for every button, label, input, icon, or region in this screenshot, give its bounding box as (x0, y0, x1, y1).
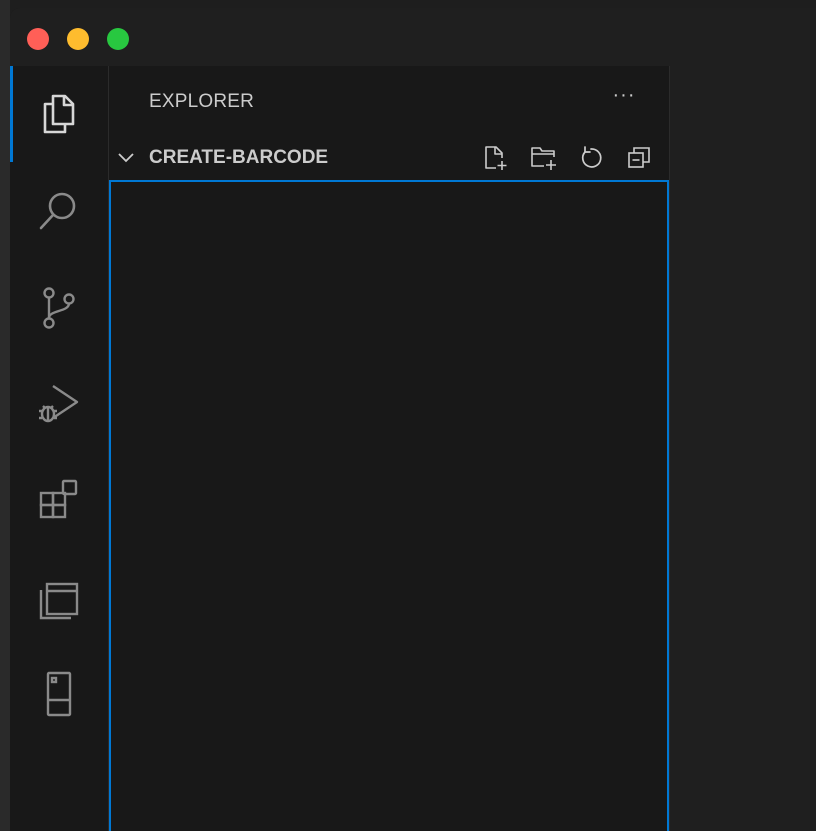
activity-remote-explorer[interactable] (10, 558, 108, 638)
run-debug-icon (35, 380, 83, 428)
search-icon (37, 188, 81, 232)
new-file-icon[interactable] (481, 144, 509, 172)
workspace-section-header[interactable]: CREATE-BARCODE (109, 138, 669, 178)
background-window-strip (0, 0, 10, 831)
explorer-sidebar: EXPLORER ··· CREATE-BARCODE (109, 66, 669, 831)
collapse-all-icon[interactable] (625, 144, 653, 172)
extensions-icon (37, 479, 81, 523)
activity-bar (10, 66, 109, 831)
source-control-icon (39, 284, 79, 332)
activity-source-control[interactable] (10, 268, 108, 348)
new-folder-icon[interactable] (529, 144, 557, 172)
zoom-window-button[interactable] (107, 28, 129, 50)
activity-devices[interactable] (10, 654, 108, 734)
activity-run-debug[interactable] (10, 364, 108, 444)
refresh-icon[interactable] (577, 144, 605, 172)
editor-area (669, 66, 816, 831)
activity-explorer[interactable] (10, 74, 108, 154)
minimize-window-button[interactable] (67, 28, 89, 50)
device-icon (43, 670, 75, 718)
activity-search[interactable] (10, 170, 108, 250)
activity-extensions[interactable] (10, 461, 108, 541)
file-tree[interactable] (109, 180, 669, 831)
files-icon (39, 92, 79, 136)
sidebar-header: EXPLORER ··· (109, 66, 669, 138)
workspace-title: CREATE-BARCODE (149, 147, 329, 168)
vscode-window: EXPLORER ··· CREATE-BARCODE (10, 8, 816, 831)
sidebar-title: EXPLORER (149, 91, 255, 112)
more-actions-button[interactable]: ··· (607, 85, 641, 114)
chevron-down-icon (117, 150, 135, 169)
close-window-button[interactable] (27, 28, 49, 50)
title-bar (10, 8, 816, 66)
remote-explorer-icon (37, 576, 81, 620)
